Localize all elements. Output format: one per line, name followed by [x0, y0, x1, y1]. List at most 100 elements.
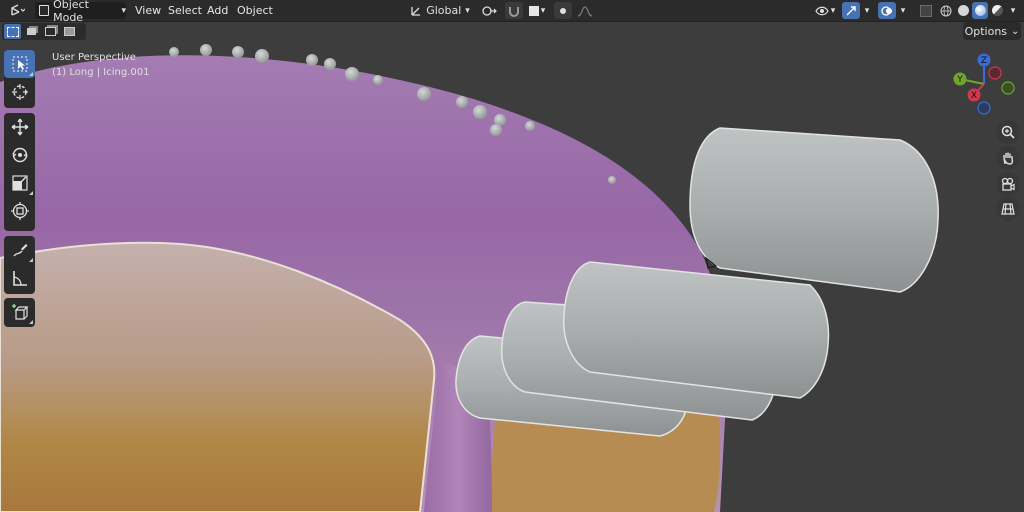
- proportional-edit-toggle[interactable]: [554, 2, 572, 19]
- gizmo-neg-x: [988, 66, 1002, 80]
- select-new-button[interactable]: [4, 24, 21, 39]
- gizmo-x-label: X: [971, 91, 977, 101]
- mode-dropdown[interactable]: Object Mode ▾: [35, 0, 126, 24]
- chevron-down-icon: ▾: [465, 5, 470, 16]
- navigation-gizmo[interactable]: Z Y X: [944, 52, 1020, 118]
- falloff-curve-icon: [577, 5, 593, 17]
- editor-type-button[interactable]: [4, 2, 30, 19]
- camera-icon: [1001, 177, 1015, 191]
- shading-rendered[interactable]: [989, 2, 1005, 19]
- mode-label: Object Mode: [53, 0, 89, 24]
- ortho-toggle-button[interactable]: [996, 197, 1020, 221]
- snap-target-dropdown[interactable]: ▾: [525, 2, 549, 19]
- toolbar-group-select: [4, 50, 35, 108]
- select-extend-button[interactable]: [23, 24, 40, 39]
- tool-cursor[interactable]: [4, 78, 35, 106]
- tool-variants-marker: [29, 191, 33, 195]
- magnet-icon: [509, 6, 519, 17]
- viewport-info: User Perspective (1) Long | Icing.001: [52, 50, 149, 80]
- menu-select[interactable]: Select: [164, 2, 206, 19]
- chevron-down-icon: ▾: [830, 5, 836, 16]
- transform-icon: [10, 202, 29, 220]
- options-dropdown[interactable]: Options ⌄: [963, 22, 1021, 40]
- shading-dropdown[interactable]: ▾: [1007, 2, 1019, 19]
- options-label: Options: [964, 24, 1008, 38]
- overlays-dropdown[interactable]: ▾: [897, 2, 909, 19]
- rendered-sphere-icon: [991, 5, 1003, 16]
- zoom-button[interactable]: [996, 120, 1020, 144]
- toolbar-group-add: [4, 298, 35, 327]
- tool-add-cube[interactable]: [4, 298, 35, 326]
- chevron-down-icon: ▾: [1010, 5, 1016, 16]
- tool-variants-marker: [29, 320, 33, 324]
- menu-view[interactable]: View: [131, 2, 165, 19]
- xray-icon: [920, 4, 932, 17]
- viewport-scene[interactable]: [0, 0, 1024, 512]
- overlays-toggle[interactable]: [878, 2, 896, 19]
- tool-scale[interactable]: [4, 169, 35, 197]
- tool-variants-marker: [29, 258, 33, 262]
- toolbar-group-annotate: [4, 236, 35, 294]
- falloff-dropdown[interactable]: [573, 2, 597, 19]
- zoom-icon: [1001, 125, 1015, 139]
- camera-view-button[interactable]: [996, 172, 1020, 196]
- tool-variants-marker: [29, 72, 33, 76]
- pivot-link-icon: [482, 5, 497, 16]
- tool-measure[interactable]: [4, 264, 35, 292]
- selection-mode-group: [2, 23, 86, 40]
- tool-transform[interactable]: [4, 197, 35, 225]
- orientation-label: Global: [426, 4, 462, 17]
- ruler-icon: [12, 271, 27, 286]
- wireframe-sphere-icon: [940, 5, 952, 16]
- material-sphere-icon: [974, 5, 986, 16]
- gizmo-icon: [846, 5, 856, 15]
- visibility-dropdown[interactable]: ▾: [810, 2, 840, 19]
- grid-ortho-icon: [1001, 203, 1015, 215]
- select-subtract-button[interactable]: [42, 24, 59, 39]
- active-object-label: (1) Long | Icing.001: [52, 67, 150, 78]
- transform-orientation-dropdown[interactable]: Global ▾: [408, 2, 472, 19]
- gizmo-z-label: Z: [981, 56, 987, 66]
- object-mode-icon: [39, 5, 50, 16]
- tool-move[interactable]: [4, 113, 35, 141]
- view3d-icon: [11, 3, 25, 16]
- gizmo-neg-z: [977, 101, 991, 115]
- pivot-point-button[interactable]: [477, 2, 503, 19]
- chevron-down-icon: ▾: [900, 5, 906, 16]
- scale-icon: [11, 175, 28, 191]
- eye-icon: [815, 6, 829, 15]
- move-arrows-icon: [11, 118, 28, 136]
- snap-square-icon: [528, 5, 539, 16]
- menu-object[interactable]: Object: [233, 2, 277, 19]
- pan-button[interactable]: [996, 146, 1020, 170]
- snap-toggle[interactable]: [505, 2, 523, 19]
- perspective-label: User Perspective: [52, 52, 136, 63]
- pencil-icon: [12, 244, 27, 257]
- gizmo-dropdown[interactable]: ▾: [861, 2, 873, 19]
- gizmo-neg-y: [1001, 81, 1015, 95]
- orientation-axes-icon: [411, 6, 421, 16]
- shading-material[interactable]: [972, 2, 988, 19]
- gizmo-toggle[interactable]: [842, 2, 860, 19]
- tool-select-box[interactable]: [4, 50, 35, 78]
- cursor-arrow-icon: [12, 56, 27, 72]
- toolbar-group-transform: [4, 113, 35, 231]
- select-new-icon: [6, 26, 19, 37]
- tool-annotate[interactable]: [4, 236, 35, 264]
- chevron-down-icon: ▾: [121, 5, 126, 16]
- chevron-down-icon: ▾: [864, 5, 870, 16]
- menu-add[interactable]: Add: [203, 2, 232, 19]
- select-invert-button[interactable]: [61, 24, 78, 39]
- chevron-down-icon: ▾: [540, 5, 546, 16]
- pan-hand-icon: [1003, 152, 1014, 165]
- rotate-icon: [11, 147, 28, 163]
- xray-toggle[interactable]: [917, 2, 935, 19]
- tool-rotate[interactable]: [4, 141, 35, 169]
- 3d-cursor-icon: [11, 84, 28, 100]
- proportional-dot-icon: [560, 7, 566, 14]
- shading-solid[interactable]: [955, 2, 971, 19]
- select-extend-icon: [27, 28, 36, 35]
- select-subtract-icon: [45, 27, 56, 36]
- sprinkle-cylinder-1: [689, 127, 939, 293]
- shading-wireframe[interactable]: [938, 2, 954, 19]
